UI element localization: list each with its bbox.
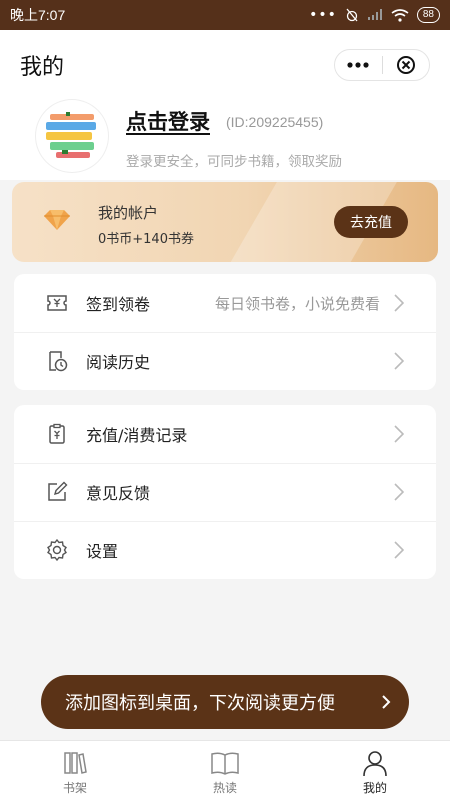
page-header: 我的 xyxy=(0,30,450,100)
close-button[interactable] xyxy=(383,50,430,80)
page-title: 我的 xyxy=(20,55,65,80)
chevron-right-icon xyxy=(382,695,391,709)
chevron-right-icon xyxy=(394,541,404,559)
tab-label: 热读 xyxy=(212,781,237,795)
login-benefits-text: 登录更安全，可同步书籍，领取奖励 xyxy=(126,154,342,170)
battery-indicator: 88 xyxy=(416,7,440,23)
account-card: 我的帐户 0书币+140书券 去充值 xyxy=(12,182,438,262)
close-circle-icon xyxy=(396,56,415,74)
tab-mine[interactable]: 我的 xyxy=(300,741,450,800)
signal-icon xyxy=(367,9,382,20)
tab-bookshelf[interactable]: 书架 xyxy=(0,741,150,800)
profile-section: 点击登录 (ID:209225455) 登录更安全，可同步书籍，领取奖励 xyxy=(0,100,450,180)
user-id: (ID:209225455) xyxy=(226,114,324,130)
banner-text: 添加图标到桌面，下次阅读更方便 xyxy=(65,693,335,714)
chevron-right-icon xyxy=(394,483,404,501)
wifi-icon xyxy=(391,8,409,22)
status-bar: 晚上7:07 ••• 88 xyxy=(0,0,450,30)
menu-item-label: 充值/消费记录 xyxy=(86,426,188,445)
more-dots-icon xyxy=(347,62,369,68)
chevron-right-icon xyxy=(394,294,404,312)
menu-item-settings[interactable]: 设置 xyxy=(14,521,436,579)
menu-item-label: 设置 xyxy=(86,542,119,561)
menu-item-label: 阅读历史 xyxy=(86,353,151,372)
open-book-icon xyxy=(211,752,239,775)
history-icon xyxy=(44,348,70,374)
account-title: 我的帐户 xyxy=(98,204,159,222)
books-logo-icon xyxy=(46,112,96,158)
account-balance: 0书币+140书券 xyxy=(98,232,194,247)
tab-label: 书架 xyxy=(62,781,87,795)
receipt-icon xyxy=(44,421,70,447)
tab-hot-reads[interactable]: 热读 xyxy=(150,741,300,800)
gear-icon xyxy=(44,537,70,563)
menu-item-label: 签到领卷 xyxy=(86,295,151,314)
bookshelf-icon xyxy=(64,752,87,774)
edit-icon xyxy=(44,479,70,505)
alarm-off-icon xyxy=(346,8,358,22)
bottom-tab-bar: 书架 热读 我的 xyxy=(0,740,450,800)
menu-group-1: 签到领卷 每日领书卷，小说免费看 阅读历史 xyxy=(14,274,436,390)
avatar[interactable] xyxy=(36,100,108,172)
person-icon xyxy=(363,751,387,777)
chevron-right-icon xyxy=(394,352,404,370)
more-button[interactable] xyxy=(335,50,382,80)
status-icons: ••• 88 xyxy=(309,7,440,23)
menu-item-recharge-records[interactable]: 充值/消费记录 xyxy=(14,405,436,463)
chevron-right-icon xyxy=(394,425,404,443)
menu-item-feedback[interactable]: 意见反馈 xyxy=(14,463,436,521)
mini-program-capsule xyxy=(334,49,430,81)
menu-item-checkin[interactable]: 签到领卷 每日领书卷，小说免费看 xyxy=(14,274,436,332)
status-time: 晚上7:07 xyxy=(10,7,66,23)
recharge-button[interactable]: 去充值 xyxy=(334,206,408,238)
menu-item-history[interactable]: 阅读历史 xyxy=(14,332,436,390)
menu-item-hint: 每日领书卷，小说免费看 xyxy=(214,294,380,313)
tab-label: 我的 xyxy=(362,781,387,795)
diamond-icon xyxy=(44,210,70,230)
menu-item-label: 意见反馈 xyxy=(86,484,151,503)
menu-group-2: 充值/消费记录 意见反馈 设置 xyxy=(14,405,436,579)
login-link[interactable]: 点击登录 xyxy=(126,106,210,136)
add-to-desktop-banner[interactable]: 添加图标到桌面，下次阅读更方便 xyxy=(41,675,409,729)
more-notifications-icon: ••• xyxy=(309,7,337,23)
ticket-icon xyxy=(44,290,70,316)
